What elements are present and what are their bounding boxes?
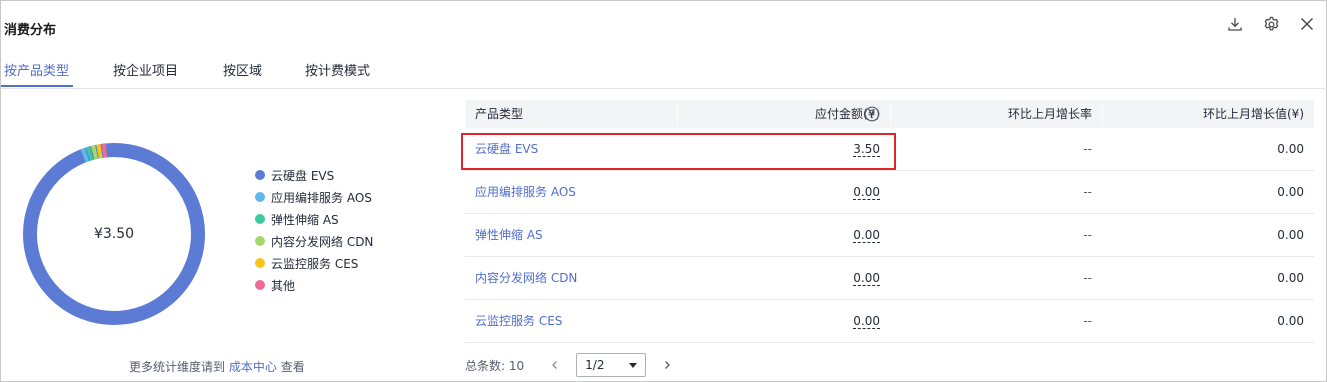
table-row: 弹性伸缩 AS 0.00 -- 0.00 — [465, 214, 1314, 257]
amount-cell[interactable]: 3.50 — [853, 128, 880, 171]
legend-item[interactable]: 云硬盘 EVS — [255, 164, 373, 186]
table-row: 内容分发网络 CDN 0.00 -- 0.00 — [465, 257, 1314, 300]
amount-cell[interactable]: 0.00 — [853, 257, 880, 300]
help-icon[interactable] — [864, 106, 880, 122]
legend-item[interactable]: 其他 — [255, 274, 373, 296]
legend-item[interactable]: 弹性伸缩 AS — [255, 208, 373, 230]
legend-dot — [255, 214, 265, 224]
legend-label: 云监控服务 CES — [271, 256, 359, 271]
donut-total-label: ¥3.50 — [93, 226, 135, 242]
page-select[interactable]: 1/2 — [576, 353, 647, 377]
amount-cell[interactable]: 0.00 — [853, 214, 880, 257]
header-product-type: 产品类型 — [475, 107, 524, 121]
table-row: 云监控服务 CES 0.00 -- 0.00 — [465, 300, 1314, 343]
rate-cell: -- — [1083, 228, 1092, 242]
amount-value[interactable]: 3.50 — [853, 142, 880, 157]
product-name-link[interactable]: 云监控服务 CES — [475, 300, 562, 343]
product-name-link[interactable]: 内容分发网络 CDN — [475, 257, 577, 300]
rate-cell: -- — [1083, 314, 1092, 328]
legend-item[interactable]: 应用编排服务 AOS — [255, 186, 373, 208]
active-tab-indicator — [1, 85, 73, 87]
tab-by-product-type[interactable]: 按产品类型 — [4, 60, 69, 79]
delta-cell: 0.00 — [1277, 185, 1304, 199]
total-count: 总条数: 10 — [465, 358, 525, 373]
donut-chart: ¥3.50 — [21, 141, 207, 327]
footnote-suffix: 查看 — [280, 360, 305, 374]
legend-dot — [255, 170, 265, 180]
delta-cell: 0.00 — [1277, 271, 1304, 285]
delta-cell: 0.00 — [1277, 228, 1304, 242]
header-mom-delta: 环比上月增长值(¥) — [1203, 107, 1304, 121]
amount-value[interactable]: 0.00 — [853, 271, 880, 286]
column-divider — [890, 104, 891, 124]
rate-cell: -- — [1083, 185, 1092, 199]
table-header: 产品类型 应付金额(¥) 环比上月增长率 环比上月增长值(¥) — [465, 100, 1314, 128]
amount-cell[interactable]: 0.00 — [853, 300, 880, 343]
amount-value[interactable]: 0.00 — [853, 185, 880, 200]
column-divider — [1102, 104, 1103, 124]
amount-cell[interactable]: 0.00 — [853, 171, 880, 214]
legend-label: 内容分发网络 CDN — [271, 234, 374, 249]
chevron-down-icon — [629, 362, 638, 368]
page-select-value: 1/2 — [585, 358, 605, 372]
product-name-link[interactable]: 弹性伸缩 AS — [475, 214, 543, 257]
table-row: 云硬盘 EVS 3.50 -- 0.00 — [465, 128, 1314, 171]
legend-item[interactable]: 内容分发网络 CDN — [255, 230, 373, 252]
table-row: 应用编排服务 AOS 0.00 -- 0.00 — [465, 171, 1314, 214]
legend-dot — [255, 192, 265, 202]
legend-dot — [255, 258, 265, 268]
delta-cell: 0.00 — [1277, 142, 1304, 156]
tab-by-enterprise-project[interactable]: 按企业项目 — [113, 60, 178, 79]
header-mom-rate: 环比上月增长率 — [1007, 107, 1092, 121]
product-name-link[interactable]: 云硬盘 EVS — [475, 128, 538, 171]
download-icon[interactable] — [1224, 13, 1246, 35]
cost-center-link[interactable]: 成本中心 — [229, 360, 277, 374]
close-icon[interactable] — [1296, 13, 1318, 35]
pagination: 总条数: 10 1/2 — [465, 353, 678, 377]
tab-by-region[interactable]: 按区域 — [223, 60, 262, 79]
delta-cell: 0.00 — [1277, 314, 1304, 328]
column-divider — [677, 104, 678, 124]
panel-title: 消费分布 — [4, 23, 57, 38]
legend-dot — [255, 236, 265, 246]
footnote-prefix: 更多统计维度请到 — [129, 360, 226, 374]
legend-label: 其他 — [271, 278, 296, 293]
amount-value[interactable]: 0.00 — [853, 314, 880, 329]
product-cost-table: 产品类型 应付金额(¥) 环比上月增长率 环比上月增长值(¥) 云硬盘 EVS … — [465, 100, 1314, 343]
tab-bar: 按产品类型 按企业项目 按区域 按计费模式 — [1, 57, 1327, 89]
more-dimensions-note: 更多统计维度请到 成本中心 查看 — [129, 358, 305, 375]
legend-label: 云硬盘 EVS — [271, 168, 335, 183]
amount-value[interactable]: 0.00 — [853, 228, 880, 243]
legend-item[interactable]: 云监控服务 CES — [255, 252, 373, 274]
rate-cell: -- — [1083, 142, 1092, 156]
product-name-link[interactable]: 应用编排服务 AOS — [475, 171, 576, 214]
rate-cell: -- — [1083, 271, 1092, 285]
legend-label: 弹性伸缩 AS — [271, 212, 339, 227]
legend-dot — [255, 280, 265, 290]
consumption-distribution-panel: 消费分布 按产品类型 按企业项目 按区域 按计费模式 ¥3.50 云硬盘 EVS… — [0, 0, 1327, 382]
chevron-left-icon[interactable] — [544, 354, 566, 376]
gear-icon[interactable] — [1260, 13, 1282, 35]
chart-legend: 云硬盘 EVS 应用编排服务 AOS 弹性伸缩 AS 内容分发网络 CDN 云监… — [255, 164, 373, 296]
chevron-right-icon[interactable] — [656, 354, 678, 376]
tab-by-billing-mode[interactable]: 按计费模式 — [305, 60, 370, 79]
legend-label: 应用编排服务 AOS — [271, 190, 372, 205]
